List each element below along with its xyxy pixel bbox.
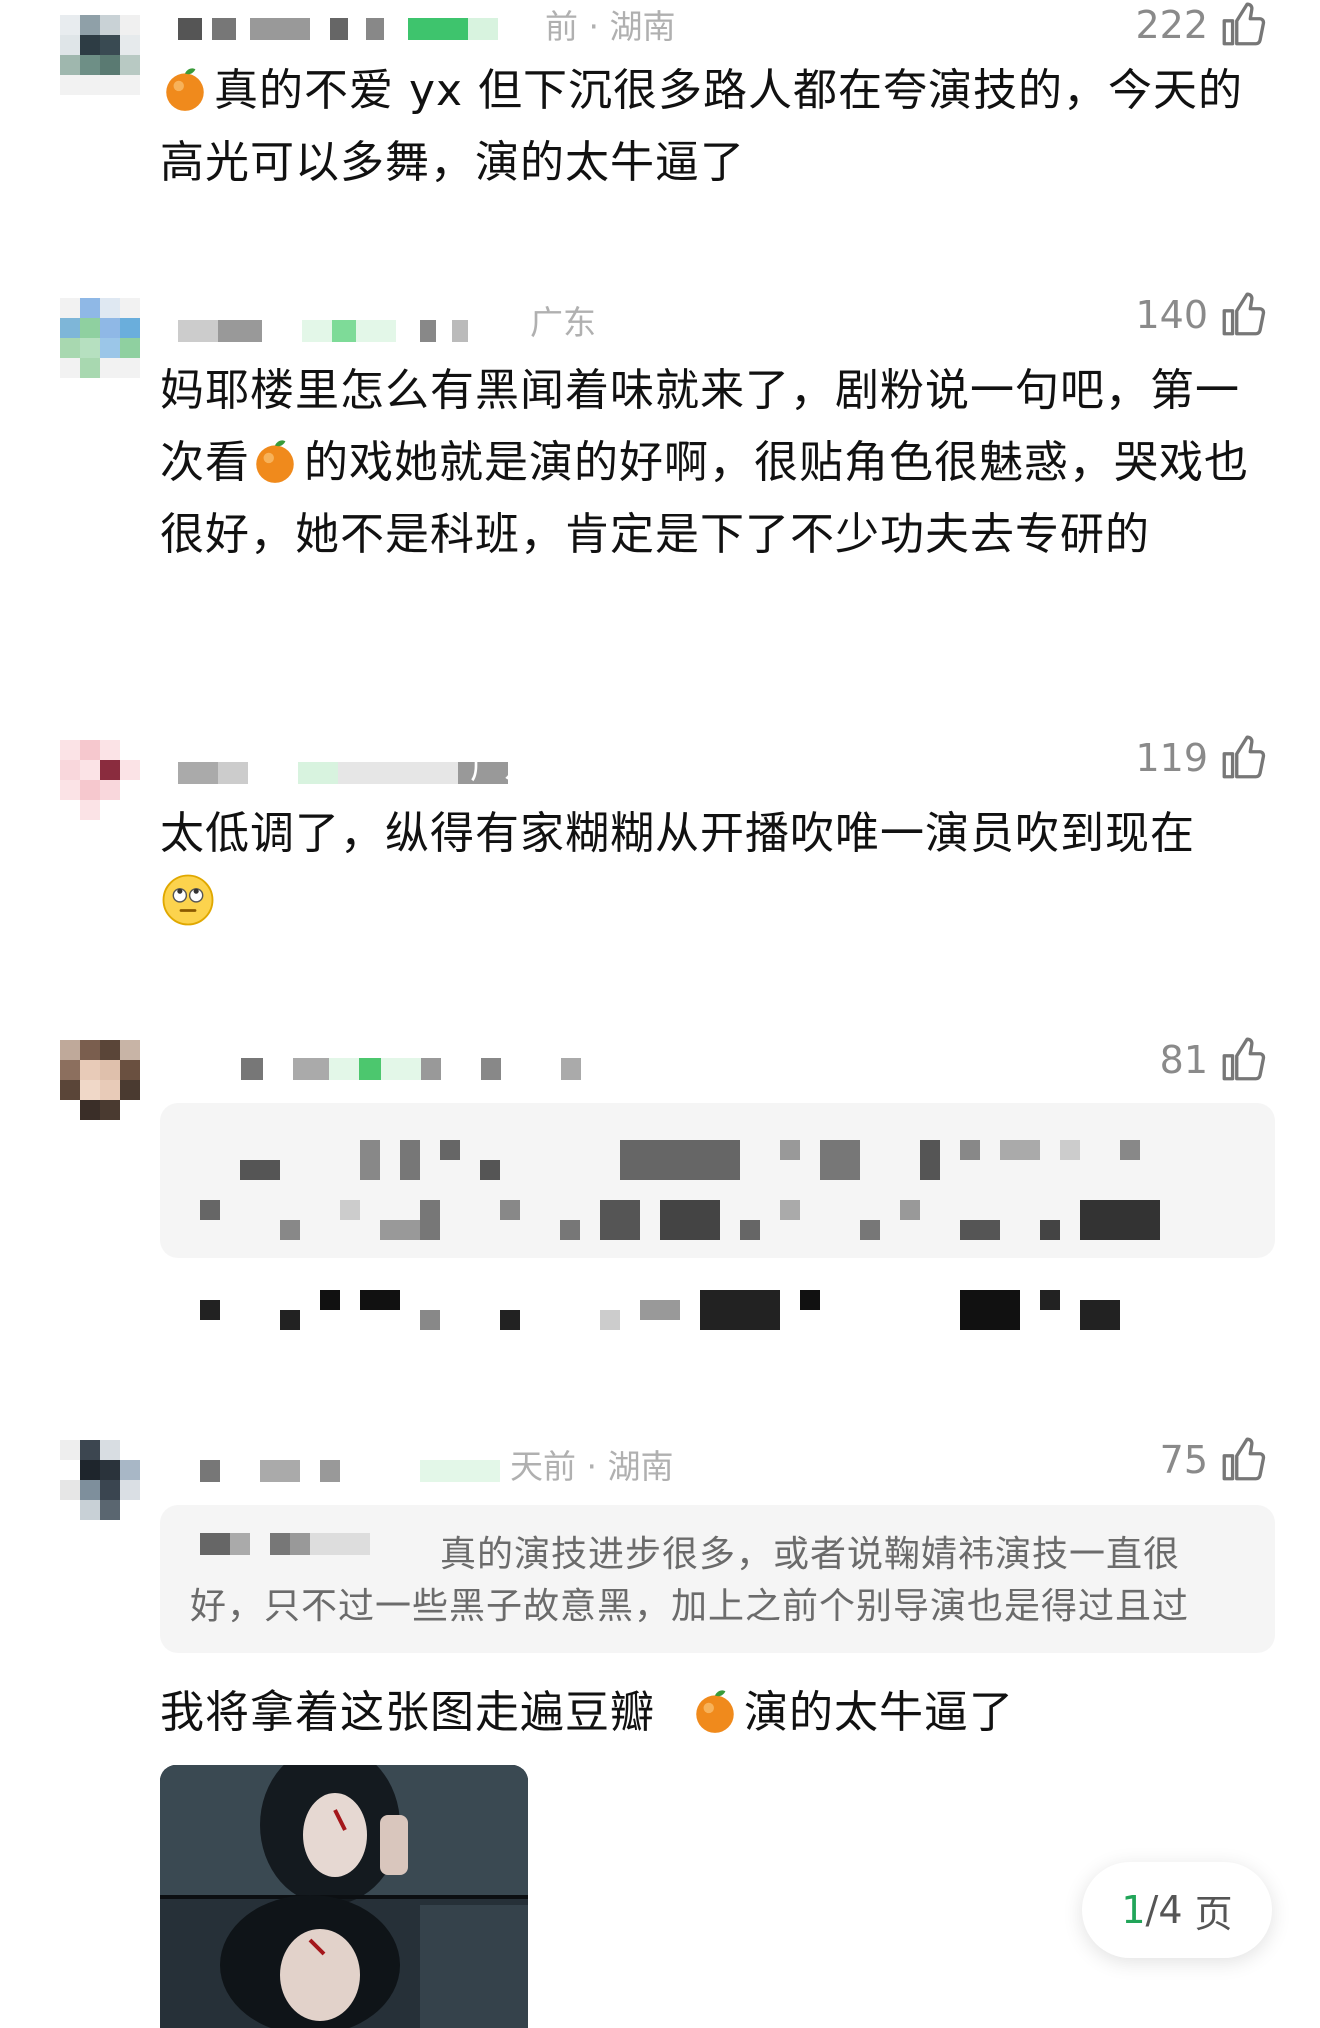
like-count: 222 <box>1135 3 1208 47</box>
avatar[interactable] <box>60 298 140 378</box>
like-button[interactable]: 75 <box>1160 1435 1268 1485</box>
avatar[interactable] <box>60 1440 140 1520</box>
orange-emoji-icon <box>696 1690 734 1733</box>
quoted-reply-text: 真的演技进步很多，或者说鞠婧祎演技一直很好，只不过一些黑子故意黑，加上之前个别导… <box>190 1534 1190 1627</box>
thumbs-up-icon <box>1222 1037 1266 1081</box>
comment-image[interactable] <box>160 1765 528 2028</box>
page-current: 1 <box>1121 1888 1146 1932</box>
avatar[interactable] <box>60 1040 140 1120</box>
thumbs-up-icon <box>1222 2 1266 46</box>
drama-still-image <box>160 1765 528 2028</box>
username[interactable] <box>178 320 468 342</box>
page-total: /4 <box>1145 1888 1183 1932</box>
like-count: 75 <box>1159 1438 1208 1482</box>
like-button[interactable]: 222 <box>1135 0 1268 50</box>
avatar[interactable] <box>60 740 140 820</box>
like-count: 119 <box>1135 736 1208 780</box>
like-button[interactable]: 140 <box>1135 290 1268 340</box>
like-button[interactable]: 81 <box>1160 1035 1268 1085</box>
quoted-reply[interactable]: 真的演技进步很多，或者说鞠婧祎演技一直很好，只不过一些黑子故意黑，加上之前个别导… <box>160 1505 1275 1653</box>
comment-text: 妈耶楼里怎么有黑闻着味就来了，剧粉说一句吧，第一次看 的戏她就是演的好啊，很贴角色… <box>160 365 1249 560</box>
thumbs-up-icon <box>1222 292 1266 336</box>
username[interactable] <box>178 762 508 784</box>
comment-meta: 广东 <box>530 303 596 342</box>
avatar[interactable] <box>60 15 140 95</box>
comment-text: 太低调了，纵得有家糊糊从开播吹唯一演员吹到现在 <box>160 798 1270 942</box>
like-count: 81 <box>1159 1038 1208 1082</box>
page-indicator[interactable]: 1/4 页 <box>1082 1862 1272 1958</box>
like-button[interactable]: 119 <box>1135 733 1268 783</box>
comment-meta: 天前 · 湖南 <box>510 1447 674 1486</box>
username[interactable] <box>185 1058 581 1080</box>
username[interactable] <box>200 1460 500 1482</box>
comment-meta: 广东 <box>470 747 536 786</box>
like-count: 140 <box>1135 293 1208 337</box>
orange-emoji-icon <box>166 68 204 111</box>
comment-text: 真的不爱 yx 但下沉很多路人都在夸演技的，今天的高光可以多舞，演的太牛逼了 <box>160 65 1244 188</box>
page-unit: 页 <box>1194 1891 1233 1936</box>
thumbs-up-icon <box>1222 735 1266 779</box>
thumbs-up-icon <box>1222 1437 1266 1481</box>
username[interactable] <box>178 18 498 40</box>
eye-roll-emoji-icon <box>162 874 214 926</box>
comment-text: 我将拿着这张图走遍豆瓣 演的太牛逼了 <box>160 1687 1014 1738</box>
comment-meta: 前 · 湖南 <box>545 7 676 46</box>
orange-emoji-icon <box>256 440 294 483</box>
